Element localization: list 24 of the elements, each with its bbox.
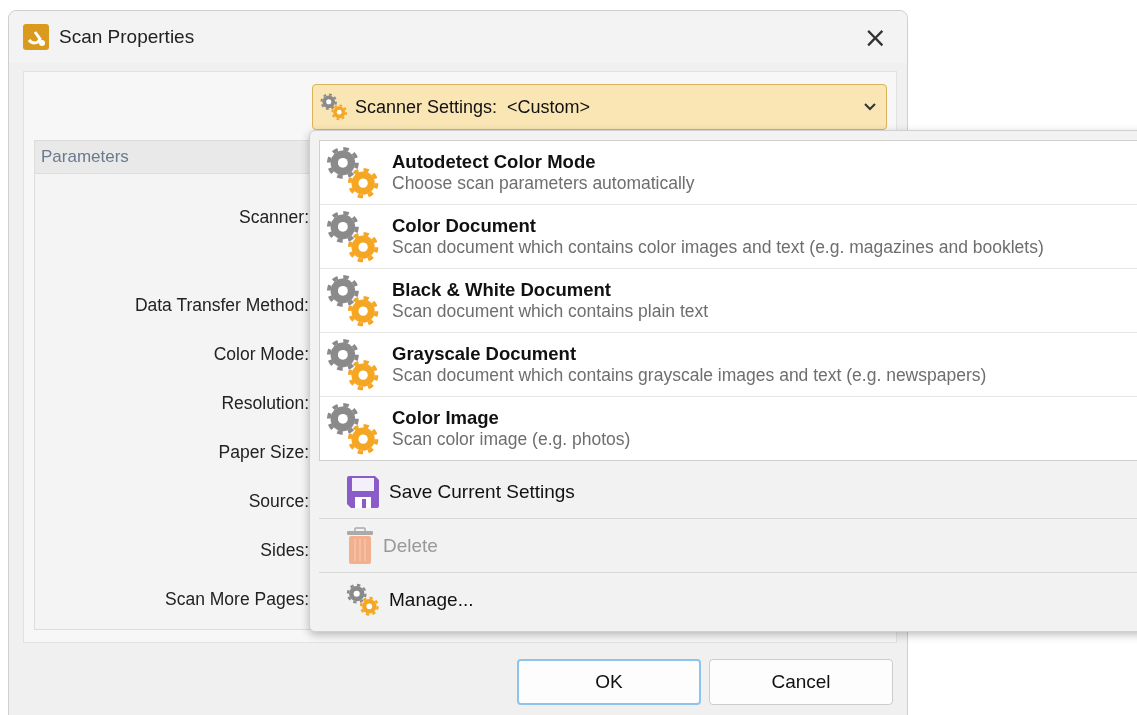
chevron-down-icon [864,103,876,111]
field-label: Data Transfer Method: [134,294,309,317]
trash-can-icon [345,526,375,565]
menu-item[interactable]: Save Current Settings [319,465,1137,518]
field-label: Paper Size: [218,441,309,464]
field-label: Color Mode: [213,343,309,366]
preset-item[interactable]: Color Image Scan color image (e.g. photos) [320,397,1137,460]
app-icon [23,24,49,50]
field-label: Resolution: [221,392,309,415]
preset-item[interactable]: Grayscale Document Scan document which contains grayscale images and text (e.g. newspapers) [320,333,1137,397]
gears-icon [345,581,381,618]
field-label: Sides: [260,539,309,562]
preset-item[interactable]: Color Document Scan document which contains color images and text (e.g. magazines and booklets) [320,205,1137,269]
preset-item[interactable]: Black & White Document Scan document which contains plain text [320,269,1137,333]
gears-icon [319,92,349,122]
scanner-settings-dropdown[interactable]: Scanner Settings: <Custom> [312,84,887,130]
menu-item[interactable]: Manage... [319,572,1137,626]
field-label: Scanner: [238,206,309,229]
window-title: Scan Properties [59,26,196,48]
field-label: Source: [248,490,309,513]
field-label: Scan More Pages: [165,588,309,611]
ok-button[interactable]: OK [517,659,701,705]
cancel-button[interactable]: Cancel [709,659,893,705]
close-button[interactable]: × [857,20,893,54]
